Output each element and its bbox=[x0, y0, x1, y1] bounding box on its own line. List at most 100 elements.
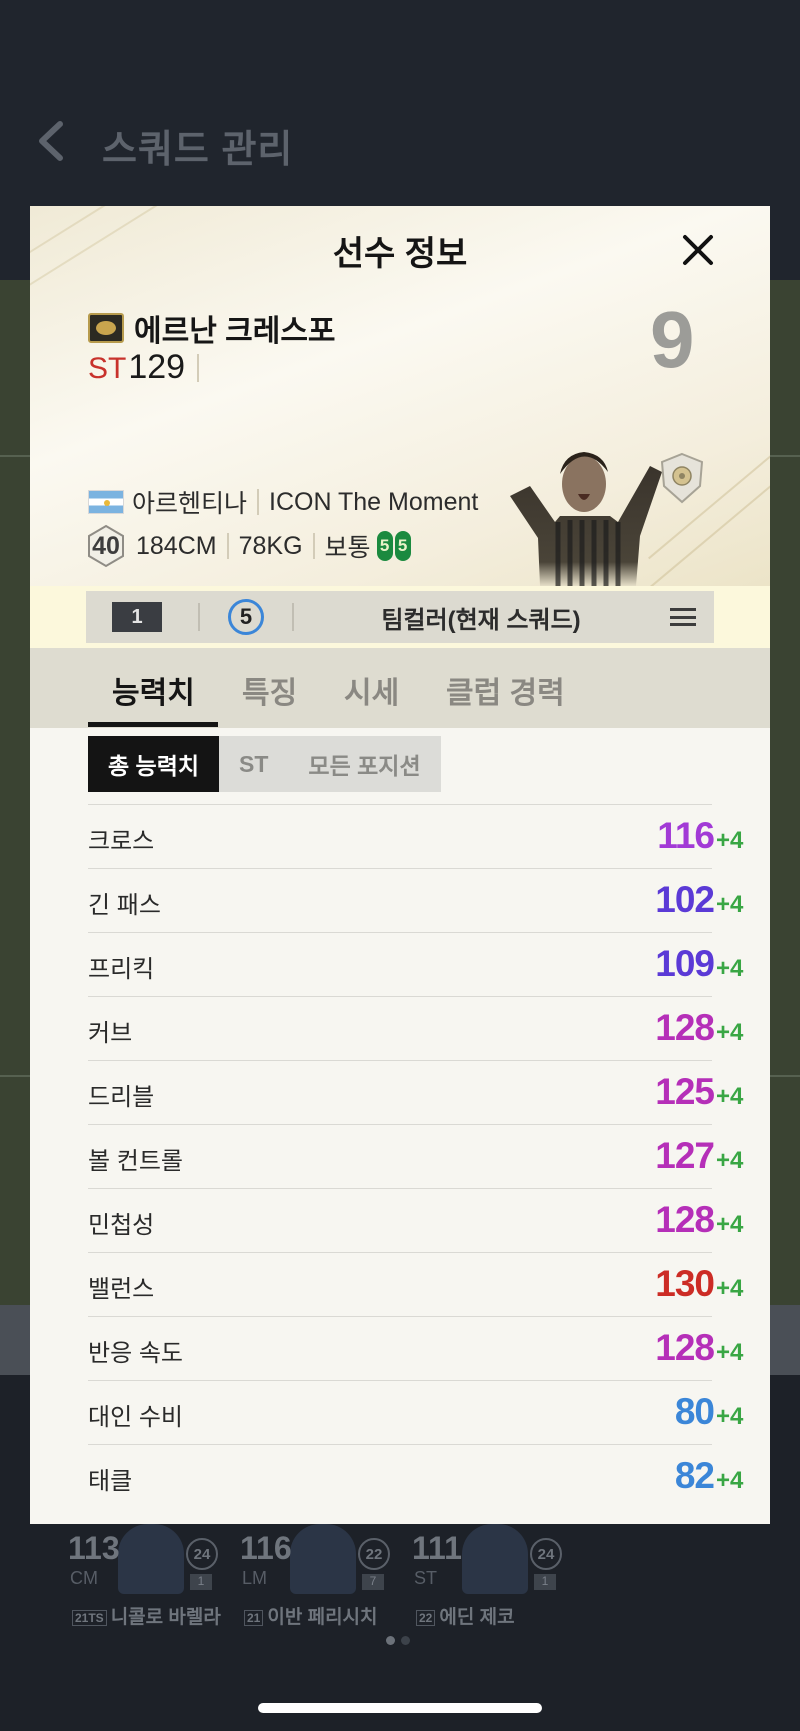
level-badge[interactable]: 1 bbox=[112, 602, 162, 632]
home-indicator[interactable] bbox=[258, 1703, 542, 1713]
stat-name: 긴 패스 bbox=[88, 892, 161, 919]
modal-title: 선수 정보 bbox=[332, 235, 468, 273]
tab-underline bbox=[88, 722, 218, 727]
season-tag: 22 bbox=[416, 1609, 436, 1626]
stat-value: 102 bbox=[655, 879, 715, 920]
player-ovr: 111 bbox=[412, 1530, 462, 1566]
back-chevron-icon[interactable] bbox=[34, 120, 68, 162]
team-color-label[interactable]: 팀컬러(현재 스쿼드) bbox=[294, 600, 668, 635]
toolbar-wrap: 1 5 팀컬러(현재 스쿼드) bbox=[30, 586, 770, 648]
stat-bonus: +4 bbox=[716, 1339, 744, 1366]
stat-row: 크로스 116 +4 bbox=[88, 804, 743, 868]
nation: 아르헨티나 bbox=[132, 490, 248, 518]
stat-row: 볼 컨트롤 127 +4 bbox=[88, 1124, 743, 1188]
stat-row: 프리킥 109 +4 bbox=[88, 932, 743, 996]
player-ovr: 116 bbox=[240, 1530, 292, 1566]
stat-row: 대인 수비 80 +4 bbox=[88, 1380, 743, 1444]
player-hero: 선수 정보 에르난 크레스포 ST 129 9 아르헨티나 ICON The M… bbox=[30, 206, 770, 590]
stat-value: 128 bbox=[655, 1007, 715, 1048]
stat-row: 태클 82 +4 bbox=[88, 1444, 743, 1508]
player-name: 에딘 제코 bbox=[439, 1607, 515, 1628]
stat-value: 128 bbox=[655, 1327, 715, 1368]
player-position: CM bbox=[70, 1568, 98, 1588]
weak-foot: 5 bbox=[376, 531, 393, 561]
stat-row: 밸런스 130 +4 bbox=[88, 1252, 743, 1316]
stat-row: 긴 패스 102 +4 bbox=[88, 868, 743, 932]
player-number: 1 bbox=[190, 1574, 212, 1590]
player-photo bbox=[462, 1524, 528, 1594]
enhance-level-button[interactable]: 5 bbox=[228, 599, 264, 635]
player-position: ST bbox=[88, 352, 127, 385]
player-ovr: 113 bbox=[68, 1530, 120, 1566]
player-photo bbox=[118, 1524, 184, 1594]
stat-bonus: +4 bbox=[716, 1403, 744, 1430]
stat-value: 130 bbox=[655, 1263, 715, 1304]
season-tag: 21TS bbox=[72, 1609, 107, 1626]
bench-player-card[interactable]: 113 CM 24 1 21TS 니콜로 바렐라 bbox=[68, 1524, 228, 1630]
tab-traits[interactable]: 특징 bbox=[242, 668, 297, 712]
stat-value: 116 bbox=[657, 815, 715, 856]
stat-value: 125 bbox=[655, 1071, 715, 1112]
stat-name: 볼 컨트롤 bbox=[88, 1148, 183, 1175]
divider bbox=[198, 603, 200, 631]
stat-value: 82 bbox=[674, 1455, 715, 1496]
player-name-row: 21 이반 페리시치 bbox=[244, 1602, 378, 1629]
strong-foot: 5 bbox=[394, 531, 411, 561]
weight: 78KG bbox=[238, 531, 303, 560]
stat-list: 크로스 116 +4 긴 패스 102 +4 프리킥 109 +4 커브 128 +4 드리블 125 +4… bbox=[88, 804, 744, 1508]
menu-icon[interactable] bbox=[668, 605, 698, 629]
player-name-row: 에르난 크레스포 bbox=[88, 306, 336, 350]
page-indicator bbox=[386, 1636, 410, 1645]
player-name-row: 22 에딘 제코 bbox=[416, 1602, 515, 1629]
stat-value: 80 bbox=[674, 1391, 715, 1432]
stat-bonus: +4 bbox=[716, 891, 744, 918]
player-name: 니콜로 바렐라 bbox=[110, 1607, 221, 1628]
subtab-st[interactable]: ST bbox=[219, 736, 289, 792]
season-tag: 21 bbox=[244, 1609, 264, 1626]
player-name: 에르난 크레스포 bbox=[134, 315, 336, 348]
stat-name: 반응 속도 bbox=[88, 1340, 183, 1367]
player-photo bbox=[290, 1524, 356, 1594]
subtab-total-stats[interactable]: 총 능력치 bbox=[88, 736, 220, 792]
argentina-flag-icon bbox=[88, 490, 124, 514]
close-icon[interactable] bbox=[674, 226, 722, 274]
stat-name: 커브 bbox=[88, 1020, 133, 1047]
stat-bonus: +4 bbox=[716, 955, 744, 982]
page-dot bbox=[401, 1636, 410, 1645]
player-position: LM bbox=[242, 1568, 268, 1588]
stat-row: 민첩성 128 +4 bbox=[88, 1188, 743, 1252]
player-ovr: 129 bbox=[128, 348, 186, 386]
subtab-group: 총 능력치 ST 모든 포지션 bbox=[88, 736, 441, 792]
subtab-all-positions[interactable]: 모든 포지션 bbox=[288, 736, 441, 792]
foot-icon: 5 5 bbox=[376, 531, 411, 561]
stat-name: 대인 수비 bbox=[88, 1404, 183, 1431]
height: 184CM bbox=[136, 531, 217, 560]
bench-player-card[interactable]: 111 ST 24 1 22 에딘 제코 bbox=[412, 1524, 572, 1630]
divider bbox=[226, 533, 229, 559]
stat-value: 128 bbox=[655, 1199, 715, 1240]
stat-bonus: +4 bbox=[716, 1467, 744, 1494]
player-name: 이반 페리시치 bbox=[267, 1607, 378, 1628]
stat-bonus: +4 bbox=[716, 1019, 744, 1046]
jersey-number: 9 bbox=[650, 295, 695, 384]
tab-bar: 능력치 특징 시세 클럽 경력 bbox=[30, 648, 770, 728]
divider bbox=[312, 533, 315, 559]
tab-price[interactable]: 시세 bbox=[344, 668, 399, 712]
stats-content: 총 능력치 ST 모든 포지션 크로스 116 +4 긴 패스 102 +4 프리킥 109 +… bbox=[30, 728, 770, 1524]
divider bbox=[197, 353, 200, 382]
divider bbox=[257, 489, 260, 515]
icon-grade-icon bbox=[88, 313, 124, 343]
tab-stats[interactable]: 능력치 bbox=[112, 668, 195, 712]
pay-value: 40 bbox=[92, 532, 120, 560]
player-number: 7 bbox=[362, 1574, 384, 1590]
player-badge: 24 bbox=[186, 1538, 218, 1570]
stat-name: 민첩성 bbox=[88, 1212, 155, 1239]
player-badge: 22 bbox=[358, 1538, 390, 1570]
stat-name: 드리블 bbox=[88, 1084, 155, 1111]
stat-row: 드리블 125 +4 bbox=[88, 1060, 743, 1124]
player-badge: 24 bbox=[530, 1538, 562, 1570]
tab-club-history[interactable]: 클럽 경력 bbox=[446, 668, 565, 712]
season: ICON The Moment bbox=[269, 487, 479, 516]
stat-bonus: +4 bbox=[716, 1211, 744, 1238]
bench-player-card[interactable]: 116 LM 22 7 21 이반 페리시치 bbox=[240, 1524, 400, 1630]
